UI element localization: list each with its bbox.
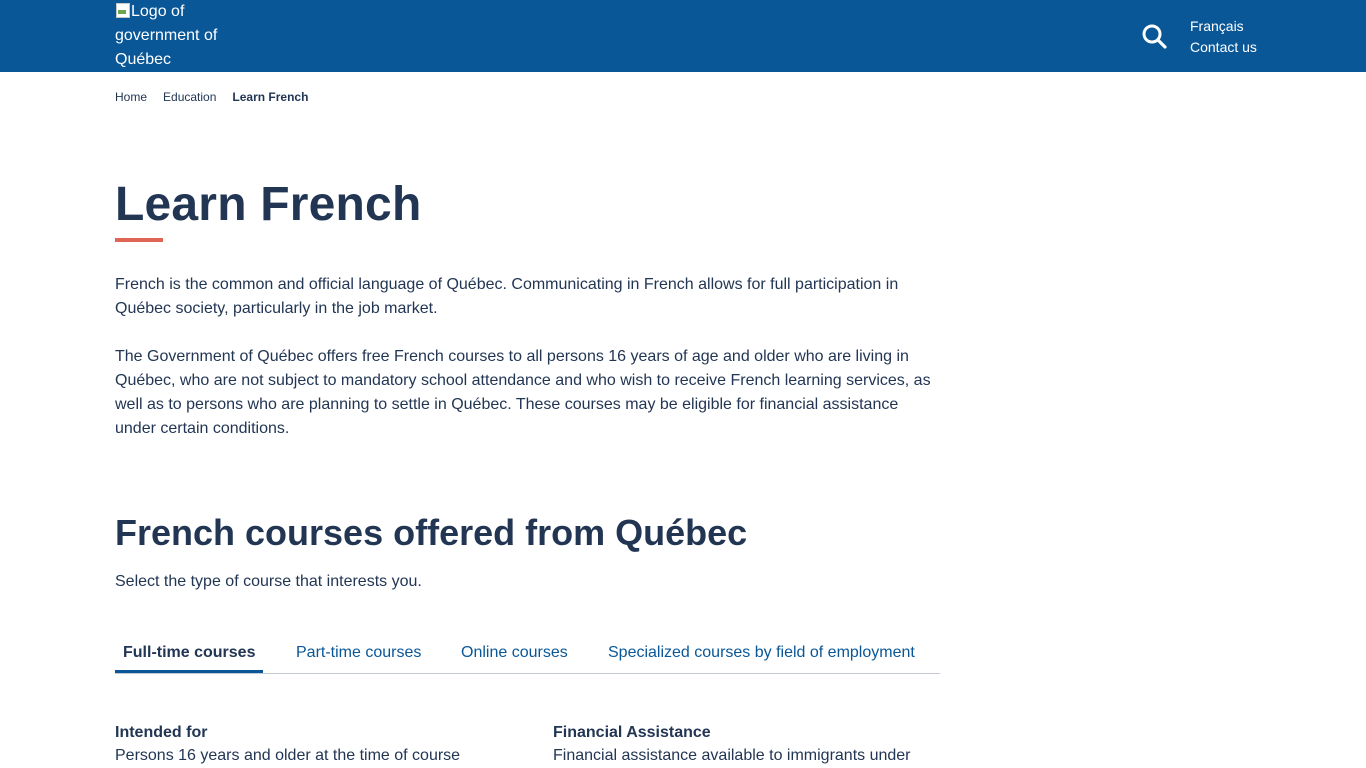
breadcrumb-home[interactable]: Home bbox=[115, 89, 147, 105]
intended-for-block: Intended for Persons 16 years and older … bbox=[115, 722, 495, 768]
page-title: Learn French bbox=[115, 178, 422, 231]
header-links: Français Contact us bbox=[1190, 16, 1257, 58]
tab-specialized[interactable]: Specialized courses by field of employme… bbox=[608, 638, 915, 673]
financial-assistance-text: Financial assistance available to immigr… bbox=[553, 747, 911, 764]
tab-part-time[interactable]: Part-time courses bbox=[296, 638, 421, 673]
intended-for-heading: Intended for bbox=[115, 724, 208, 741]
course-type-tabs: Full-time courses Part-time courses Onli… bbox=[115, 638, 940, 674]
breadcrumb-education[interactable]: Education bbox=[163, 89, 216, 105]
courses-section-subtitle: Select the type of course that interests… bbox=[115, 573, 422, 590]
contact-link[interactable]: Contact us bbox=[1190, 37, 1257, 58]
breadcrumb: Home Education Learn French bbox=[115, 89, 308, 105]
title-accent-bar bbox=[115, 238, 163, 242]
breadcrumb-current: Learn French bbox=[232, 90, 309, 104]
intro-paragraph-1: French is the common and official langua… bbox=[115, 276, 899, 317]
financial-assistance-heading: Financial Assistance bbox=[553, 724, 711, 741]
search-button[interactable] bbox=[1140, 22, 1168, 50]
tab-full-time[interactable]: Full-time courses bbox=[115, 638, 263, 673]
courses-section-title: French courses offered from Québec bbox=[115, 512, 748, 553]
financial-assistance-block: Financial Assistance Financial assistanc… bbox=[553, 722, 933, 768]
tab-online[interactable]: Online courses bbox=[461, 638, 568, 673]
intro-paragraph-2: The Government of Québec offers free Fre… bbox=[115, 348, 931, 437]
broken-image-icon bbox=[115, 2, 131, 18]
language-link[interactable]: Français bbox=[1190, 16, 1257, 37]
site-header: Logo of government of Québec Français Co… bbox=[0, 0, 1366, 72]
government-logo[interactable]: Logo of government of Québec bbox=[115, 0, 235, 72]
search-icon bbox=[1142, 24, 1167, 49]
intended-for-text: Persons 16 years and older at the time o… bbox=[115, 747, 461, 764]
